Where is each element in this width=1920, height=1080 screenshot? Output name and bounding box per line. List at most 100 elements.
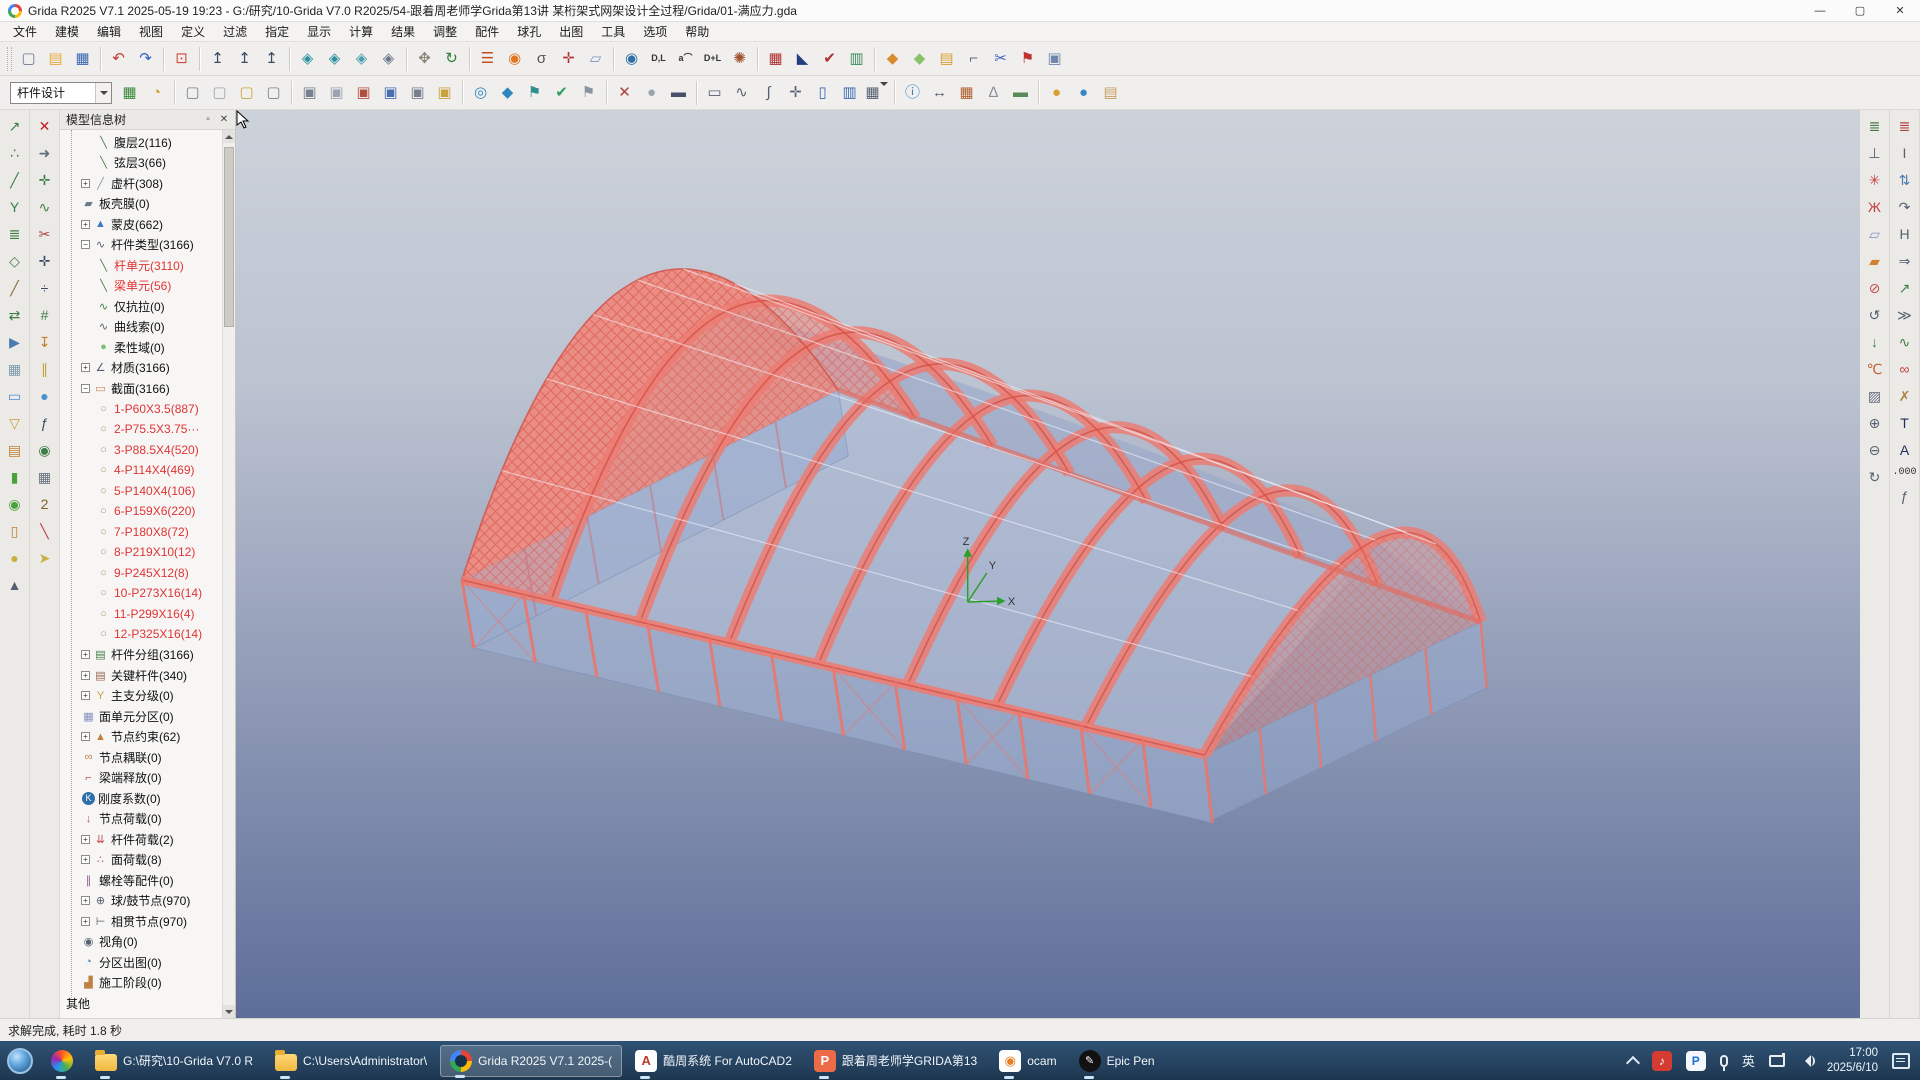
truss-crown-icon[interactable]: ▲ bbox=[2, 571, 28, 598]
menu-item[interactable]: 文件 bbox=[4, 22, 46, 42]
tree-item[interactable]: +∴面荷载(8) bbox=[60, 850, 222, 871]
tree-item[interactable]: ∿曲线索(0) bbox=[60, 317, 222, 338]
rotate-3d-icon[interactable]: ↻ bbox=[438, 45, 465, 72]
cut-scissors-icon[interactable]: ✂ bbox=[987, 45, 1014, 72]
menu-item[interactable]: 过滤 bbox=[214, 22, 256, 42]
expand-plus-icon[interactable]: + bbox=[81, 691, 90, 700]
zoom-in-tool-icon[interactable]: ⊕ bbox=[1862, 409, 1888, 436]
volume-icon[interactable] bbox=[1799, 1055, 1811, 1067]
section-column-icon[interactable]: ▯ bbox=[2, 517, 28, 544]
beam-rotate-icon[interactable]: ↷ bbox=[1892, 193, 1918, 220]
zigzag-member-icon[interactable]: ∿ bbox=[1892, 328, 1918, 355]
clipboard-tool-icon[interactable]: ▤ bbox=[1097, 79, 1124, 106]
grid-check-icon[interactable]: ▦ bbox=[762, 45, 789, 72]
scissors-cut-icon[interactable]: ✂ bbox=[32, 220, 58, 247]
close-button[interactable]: ✕ bbox=[1880, 0, 1920, 21]
float-panel-icon[interactable]: ▫ bbox=[200, 112, 216, 127]
hatch-lines-icon[interactable]: ▨ bbox=[1862, 382, 1888, 409]
menu-item[interactable]: 定义 bbox=[172, 22, 214, 42]
select-box-star-icon[interactable]: ▢ bbox=[233, 79, 260, 106]
menu-item[interactable]: 出图 bbox=[550, 22, 592, 42]
pan-hand-icon[interactable]: ✥ bbox=[411, 45, 438, 72]
flag-teal-icon[interactable]: ⚑ bbox=[521, 79, 548, 106]
close-panel-icon[interactable]: ✕ bbox=[216, 112, 232, 127]
tree-item[interactable]: K刚度系数(0) bbox=[60, 788, 222, 809]
tree-item[interactable]: +▤杆件分组(3166) bbox=[60, 645, 222, 666]
clock[interactable]: 17:00 2025/6/10 bbox=[1827, 1046, 1878, 1076]
view-along-x-icon[interactable]: ↥ bbox=[204, 45, 231, 72]
renumber-tool-icon[interactable]: 2 bbox=[32, 490, 58, 517]
node-lower-icon[interactable]: ↓ bbox=[1862, 328, 1888, 355]
section-layers-icon[interactable]: ≣ bbox=[1862, 112, 1888, 139]
angle-fn-icon[interactable]: ƒ bbox=[1892, 482, 1918, 509]
toolbar-grip[interactable] bbox=[7, 47, 12, 71]
menu-item[interactable]: 指定 bbox=[256, 22, 298, 42]
tree-item[interactable]: ○7-P180X8(72) bbox=[60, 522, 222, 543]
end-offset-icon[interactable]: ⊥ bbox=[1862, 139, 1888, 166]
polyline-tool-icon[interactable]: ∿ bbox=[728, 79, 755, 106]
taskbar-item-grida-app[interactable]: Grida R2025 V7.1 2025-( bbox=[440, 1045, 622, 1077]
deform-display-icon[interactable]: ✺ bbox=[726, 45, 753, 72]
tree-item[interactable]: +▲节点约束(62) bbox=[60, 727, 222, 748]
pin-drop-icon[interactable]: ◆ bbox=[494, 79, 521, 106]
menu-item[interactable]: 建模 bbox=[46, 22, 88, 42]
expand-plus-icon[interactable]: + bbox=[81, 896, 90, 905]
branch-member-icon[interactable]: Y bbox=[2, 193, 28, 220]
netease-music-icon[interactable]: ♪ bbox=[1652, 1051, 1672, 1071]
skew-check-icon[interactable]: ⊘ bbox=[1862, 274, 1888, 301]
mode-sphere-icon[interactable]: ◉ bbox=[618, 45, 645, 72]
beam-section-icon[interactable]: I bbox=[1892, 139, 1918, 166]
display-toggle-icon[interactable]: ▭ bbox=[2, 382, 28, 409]
node-axis-icon[interactable]: ↗ bbox=[2, 112, 28, 139]
menu-item[interactable]: 显示 bbox=[298, 22, 340, 42]
plate-offset-icon[interactable]: ▱ bbox=[1862, 220, 1888, 247]
hammer-strike-icon[interactable]: ✗ bbox=[1892, 382, 1918, 409]
display-layers-icon[interactable]: ☰ bbox=[474, 45, 501, 72]
table-display-icon[interactable]: ▦ bbox=[863, 79, 890, 106]
table-mini-icon[interactable]: ▦ bbox=[32, 463, 58, 490]
link-red-icon[interactable]: ∞ bbox=[1892, 355, 1918, 382]
tree-item[interactable]: ◉视角(0) bbox=[60, 932, 222, 953]
flag-gray-icon[interactable]: ⚑ bbox=[575, 79, 602, 106]
beam-extend-icon[interactable]: ⇒ bbox=[1892, 247, 1918, 274]
skin-layers-icon[interactable]: ▱ bbox=[582, 45, 609, 72]
plate-triangle-icon[interactable]: ▶ bbox=[2, 328, 28, 355]
tree-item[interactable]: ◔分区出图(0) bbox=[60, 952, 222, 973]
microphone-icon[interactable] bbox=[1720, 1055, 1728, 1067]
diamond-brace-icon[interactable]: ◇ bbox=[2, 247, 28, 274]
tree-item[interactable]: ╲腹层2(116) bbox=[60, 132, 222, 153]
expand-plus-icon[interactable]: + bbox=[81, 835, 90, 844]
move-origin-icon[interactable]: ✛ bbox=[555, 45, 582, 72]
zoom-out-tool-icon[interactable]: ⊖ bbox=[1862, 436, 1888, 463]
measure-tool-icon[interactable]: ↔ bbox=[926, 79, 953, 106]
tree-item[interactable]: ▰板壳膜(0) bbox=[60, 194, 222, 215]
tree-item[interactable]: +⇊杆件荷载(2) bbox=[60, 829, 222, 850]
tree-item[interactable]: ○5-P140X4(106) bbox=[60, 481, 222, 502]
expand-plus-icon[interactable]: + bbox=[81, 220, 90, 229]
tree-item[interactable]: ∥螺栓等配件(0) bbox=[60, 870, 222, 891]
tree-item[interactable]: ○12-P325X16(14) bbox=[60, 624, 222, 645]
tree-item[interactable]: +Y主支分级(0) bbox=[60, 686, 222, 707]
stress-curve-icon[interactable]: σ bbox=[528, 45, 555, 72]
letter-a-tool-icon[interactable]: A bbox=[1892, 436, 1918, 463]
select-box-new-icon[interactable]: ▢ bbox=[179, 79, 206, 106]
load-combo-dlf-icon[interactable]: D+L bbox=[699, 45, 726, 72]
response-curve-icon[interactable]: a⌒ bbox=[672, 45, 699, 72]
tree-item[interactable]: ╲弦层3(66) bbox=[60, 153, 222, 174]
tree-item[interactable]: ○4-P114X4(469) bbox=[60, 460, 222, 481]
plumb-orange-icon[interactable]: ◆ bbox=[879, 45, 906, 72]
expand-plus-icon[interactable]: + bbox=[81, 855, 90, 864]
font-tool-icon[interactable]: T bbox=[1892, 409, 1918, 436]
zoom-extents-icon[interactable]: ⊡ bbox=[168, 45, 195, 72]
tree-item[interactable]: +▲蒙皮(662) bbox=[60, 214, 222, 235]
chain-offset-icon[interactable]: ≫ bbox=[1892, 301, 1918, 328]
sphere-ocean-icon[interactable]: ● bbox=[1070, 79, 1097, 106]
sphere-amber-icon[interactable]: ● bbox=[1043, 79, 1070, 106]
redo-icon[interactable]: ↷ bbox=[132, 45, 159, 72]
paypal-icon[interactable]: P bbox=[1686, 1051, 1706, 1071]
delete-x-icon[interactable]: ✕ bbox=[32, 112, 58, 139]
menu-item[interactable]: 工具 bbox=[592, 22, 634, 42]
taskbar-item-epicpen[interactable]: ✎Epic Pen bbox=[1070, 1045, 1164, 1077]
scrollbar-thumb[interactable] bbox=[224, 147, 234, 327]
menu-item[interactable]: 配件 bbox=[466, 22, 508, 42]
